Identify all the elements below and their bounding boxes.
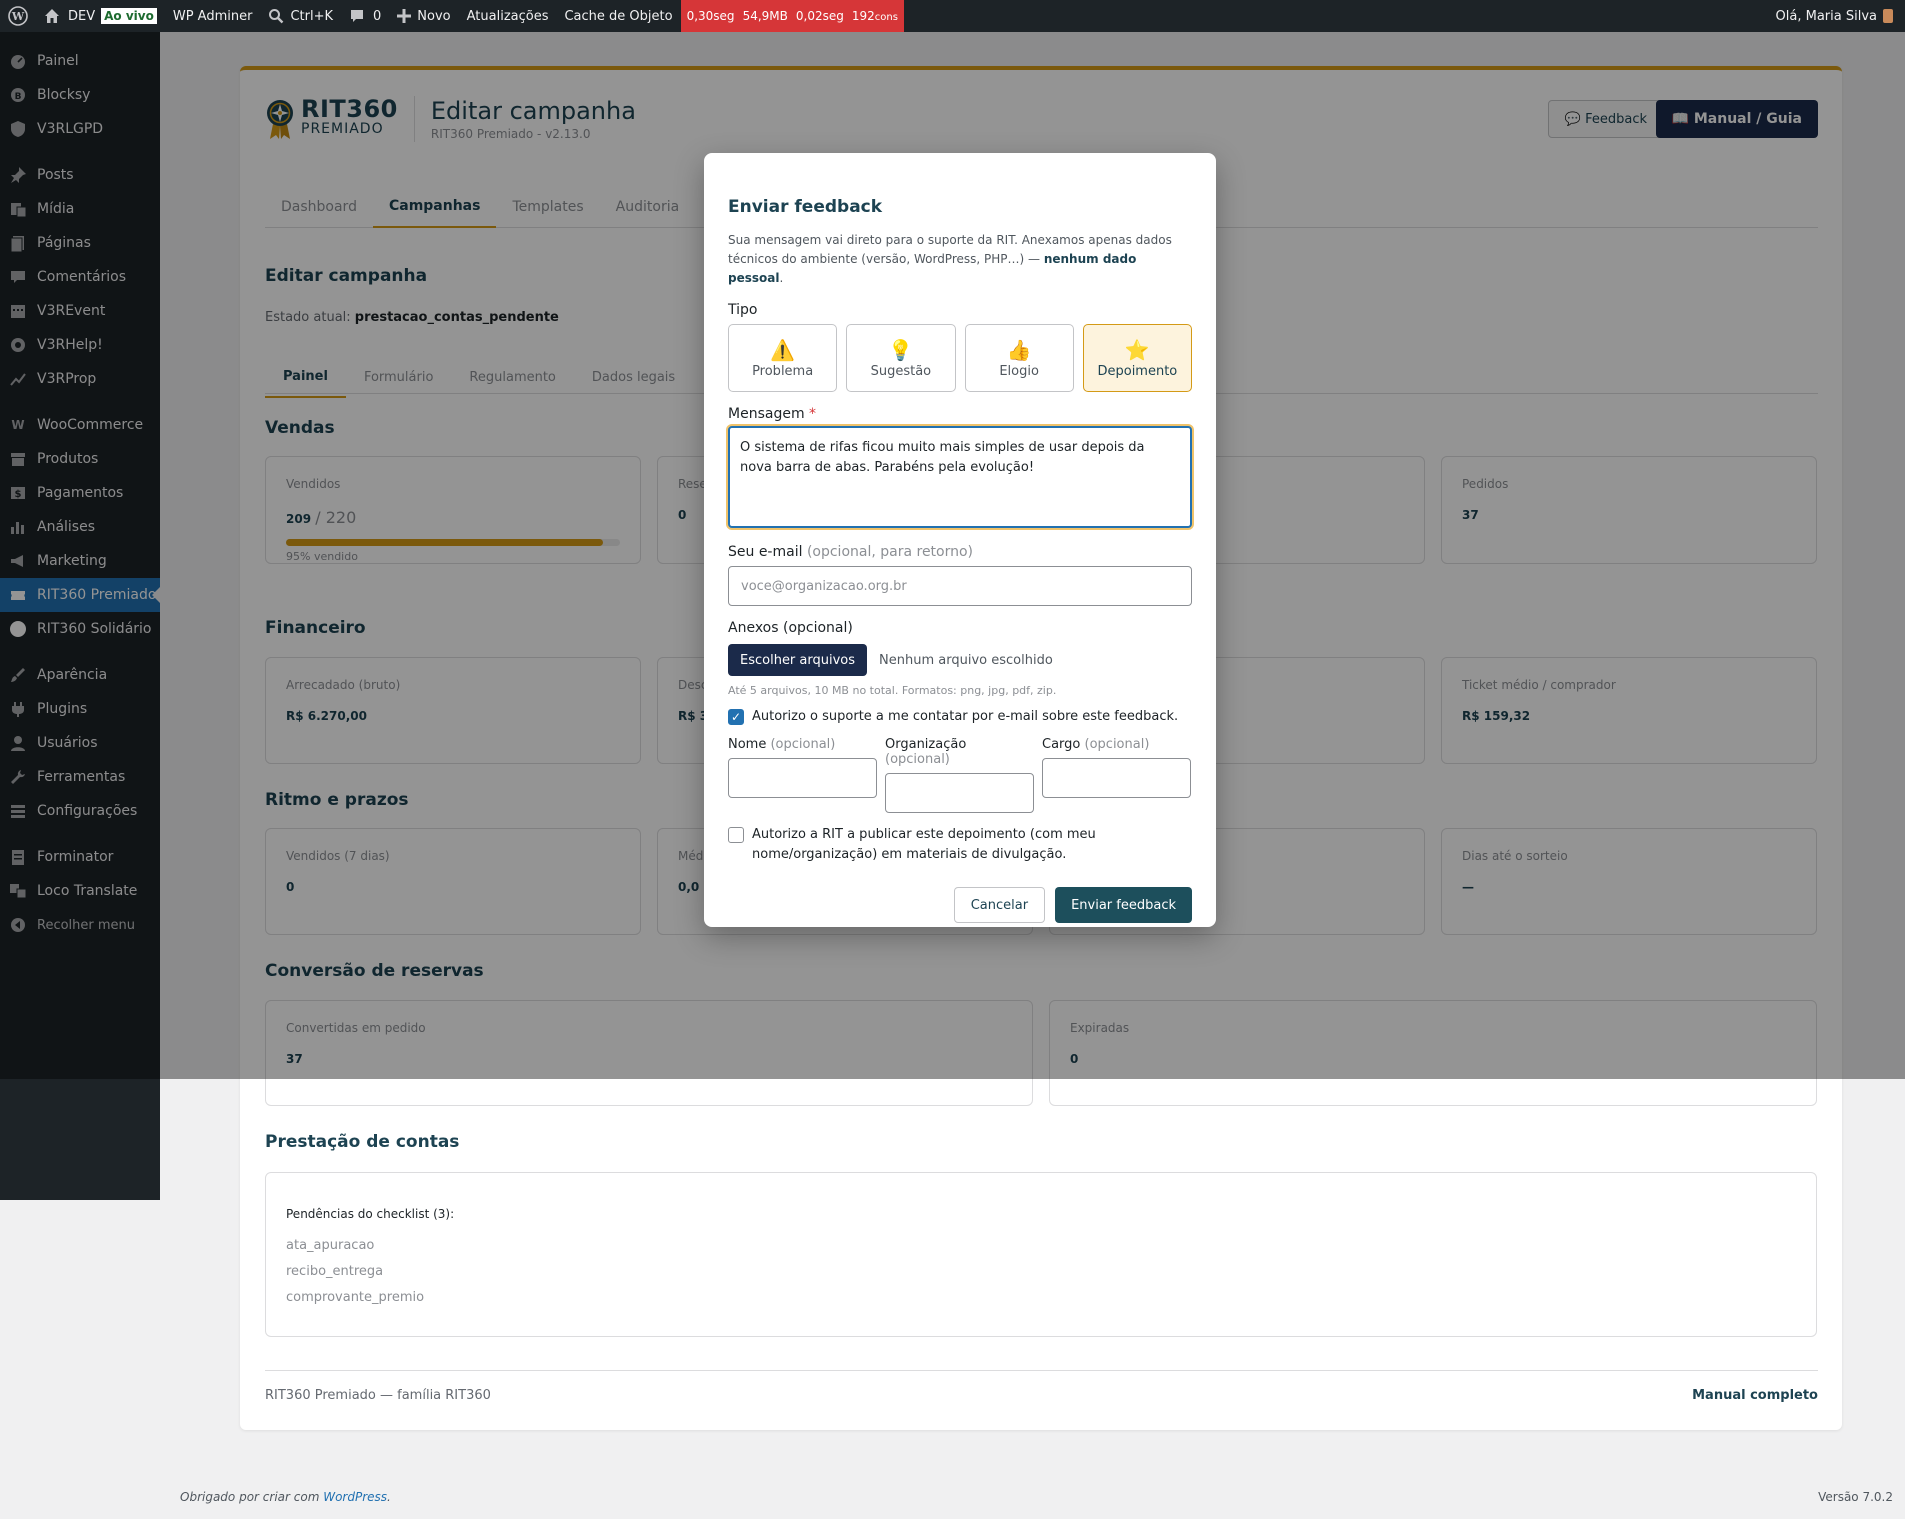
contact-consent-label: Autorizo o suporte a me contatar por e-m… xyxy=(752,709,1179,724)
new-content-menu[interactable]: Novo xyxy=(389,0,458,32)
updates-link[interactable]: Atualizações xyxy=(459,0,557,32)
organization-field[interactable] xyxy=(885,773,1034,813)
list-item: comprovante_premio xyxy=(286,1290,425,1305)
user-greeting: Olá, Maria Silva xyxy=(1775,8,1877,24)
qm-db-time: 0,02seg xyxy=(795,9,844,23)
search-shortcut[interactable]: Ctrl+K xyxy=(260,0,341,32)
wp-adminer-link[interactable]: WP Adminer xyxy=(165,0,261,32)
contact-consent[interactable]: ✓ Autorizo o suporte a me contatar por e… xyxy=(728,707,1192,727)
search-shortcut-label: Ctrl+K xyxy=(290,8,334,24)
thumbs-up-icon: 👍 xyxy=(1006,337,1032,362)
submit-feedback-button[interactable]: Enviar feedback xyxy=(1055,887,1192,923)
name-label: Nome (opcional) xyxy=(728,737,836,752)
footer-divider xyxy=(265,1370,1818,1371)
comments-link[interactable]: 0 xyxy=(341,0,389,32)
admin-bar: W DEV Ao vivo WP Adminer Ctrl+K 0 Novo A… xyxy=(0,0,1905,32)
search-icon xyxy=(269,9,284,24)
organization-label: Organização (opcional) xyxy=(885,737,967,767)
type-option-sugestao[interactable]: 💡 Sugestão xyxy=(846,324,956,392)
site-name: DEV xyxy=(68,8,96,24)
wordpress-link[interactable]: WordPress xyxy=(323,1490,387,1504)
modal-title: Enviar feedback xyxy=(728,197,883,217)
modal-description: Sua mensagem vai direto para o suporte d… xyxy=(728,233,1172,285)
live-badge: Ao vivo xyxy=(101,8,157,24)
section-prestacao-title: Prestação de contas xyxy=(265,1132,460,1152)
message-label: Mensagem * xyxy=(728,406,817,422)
lightbulb-icon: 💡 xyxy=(888,337,914,362)
modal-actions: Cancelar Enviar feedback xyxy=(728,887,1192,923)
object-cache-link[interactable]: Cache de Objeto xyxy=(556,0,680,32)
pending-list: ata_apuracao recibo_entrega comprovante_… xyxy=(286,1233,1796,1311)
pending-label: Pendências do checklist (3): xyxy=(286,1207,455,1221)
choose-files-button[interactable]: Escolher arquivos xyxy=(728,644,868,676)
attachments-label: Anexos (opcional) xyxy=(728,620,853,636)
no-file-text: Nenhum arquivo escolhido xyxy=(879,652,1053,668)
new-label: Novo xyxy=(417,8,451,24)
email-field[interactable]: voce@organizacao.org.br xyxy=(728,566,1192,606)
svg-text:W: W xyxy=(11,10,25,23)
identity-fields: Nome (opcional) Organização (opcional) C… xyxy=(728,737,1192,813)
wp-footer-credit: Obrigado por criar com WordPress. xyxy=(180,1490,391,1504)
wp-version: Versão 7.0.2 xyxy=(1818,1490,1893,1504)
list-item: recibo_entrega xyxy=(286,1264,384,1279)
type-selector: ⚠️ Problema 💡 Sugestão 👍 Elogio ⭐ Depoimento xyxy=(728,324,1192,392)
feedback-modal: Enviar feedback Sua mensagem vai direto … xyxy=(704,153,1216,927)
cancel-button[interactable]: Cancelar xyxy=(953,887,1046,923)
user-account-menu[interactable]: Olá, Maria Silva xyxy=(1776,0,1893,32)
card-pendencias: Pendências do checklist (3): ata_apuraca… xyxy=(265,1172,1817,1337)
message-textarea[interactable]: O sistema de rifas ficou muito mais simp… xyxy=(728,426,1192,528)
wordpress-logo-icon[interactable]: W xyxy=(0,0,36,32)
publish-consent-label: Autorizo a RIT a publicar este depoiment… xyxy=(752,827,1096,862)
publish-consent[interactable]: Autorizo a RIT a publicar este depoiment… xyxy=(728,825,1192,865)
type-option-elogio[interactable]: 👍 Elogio xyxy=(964,324,1074,392)
publish-consent-checkbox[interactable] xyxy=(728,827,744,843)
comment-count: 0 xyxy=(373,8,382,24)
warning-icon: ⚠️ xyxy=(770,337,796,362)
type-option-problema[interactable]: ⚠️ Problema xyxy=(728,324,838,392)
role-field[interactable] xyxy=(1042,758,1191,798)
plus-icon xyxy=(397,9,412,23)
query-monitor-menu[interactable]: 0,30seg 54,9MB 0,02seg 192cons xyxy=(680,0,904,32)
home-icon xyxy=(45,9,59,23)
qm-time: 0,30seg xyxy=(686,9,735,23)
contact-consent-checkbox[interactable]: ✓ xyxy=(728,709,744,725)
avatar xyxy=(1883,9,1893,23)
list-item: ata_apuracao xyxy=(286,1238,375,1253)
email-label: Seu e-mail (opcional, para retorno) xyxy=(728,544,974,560)
manual-completo-link[interactable]: Manual completo xyxy=(1692,1388,1818,1403)
name-field[interactable] xyxy=(728,758,877,798)
qm-queries: 192cons xyxy=(851,9,898,23)
role-label: Cargo (opcional) xyxy=(1042,737,1150,752)
type-label: Tipo xyxy=(728,302,758,318)
comment-icon xyxy=(351,10,364,22)
attachments-hint: Até 5 arquivos, 10 MB no total. Formatos… xyxy=(728,684,1057,697)
star-icon: ⭐ xyxy=(1124,337,1150,362)
site-name-menu[interactable]: DEV Ao vivo xyxy=(36,0,165,32)
file-input: Escolher arquivos Nenhum arquivo escolhi… xyxy=(728,644,1192,676)
plugin-footer-text: RIT360 Premiado — família RIT360 xyxy=(265,1388,491,1403)
type-option-depoimento[interactable]: ⭐ Depoimento xyxy=(1082,324,1192,392)
qm-memory: 54,9MB xyxy=(742,9,788,23)
